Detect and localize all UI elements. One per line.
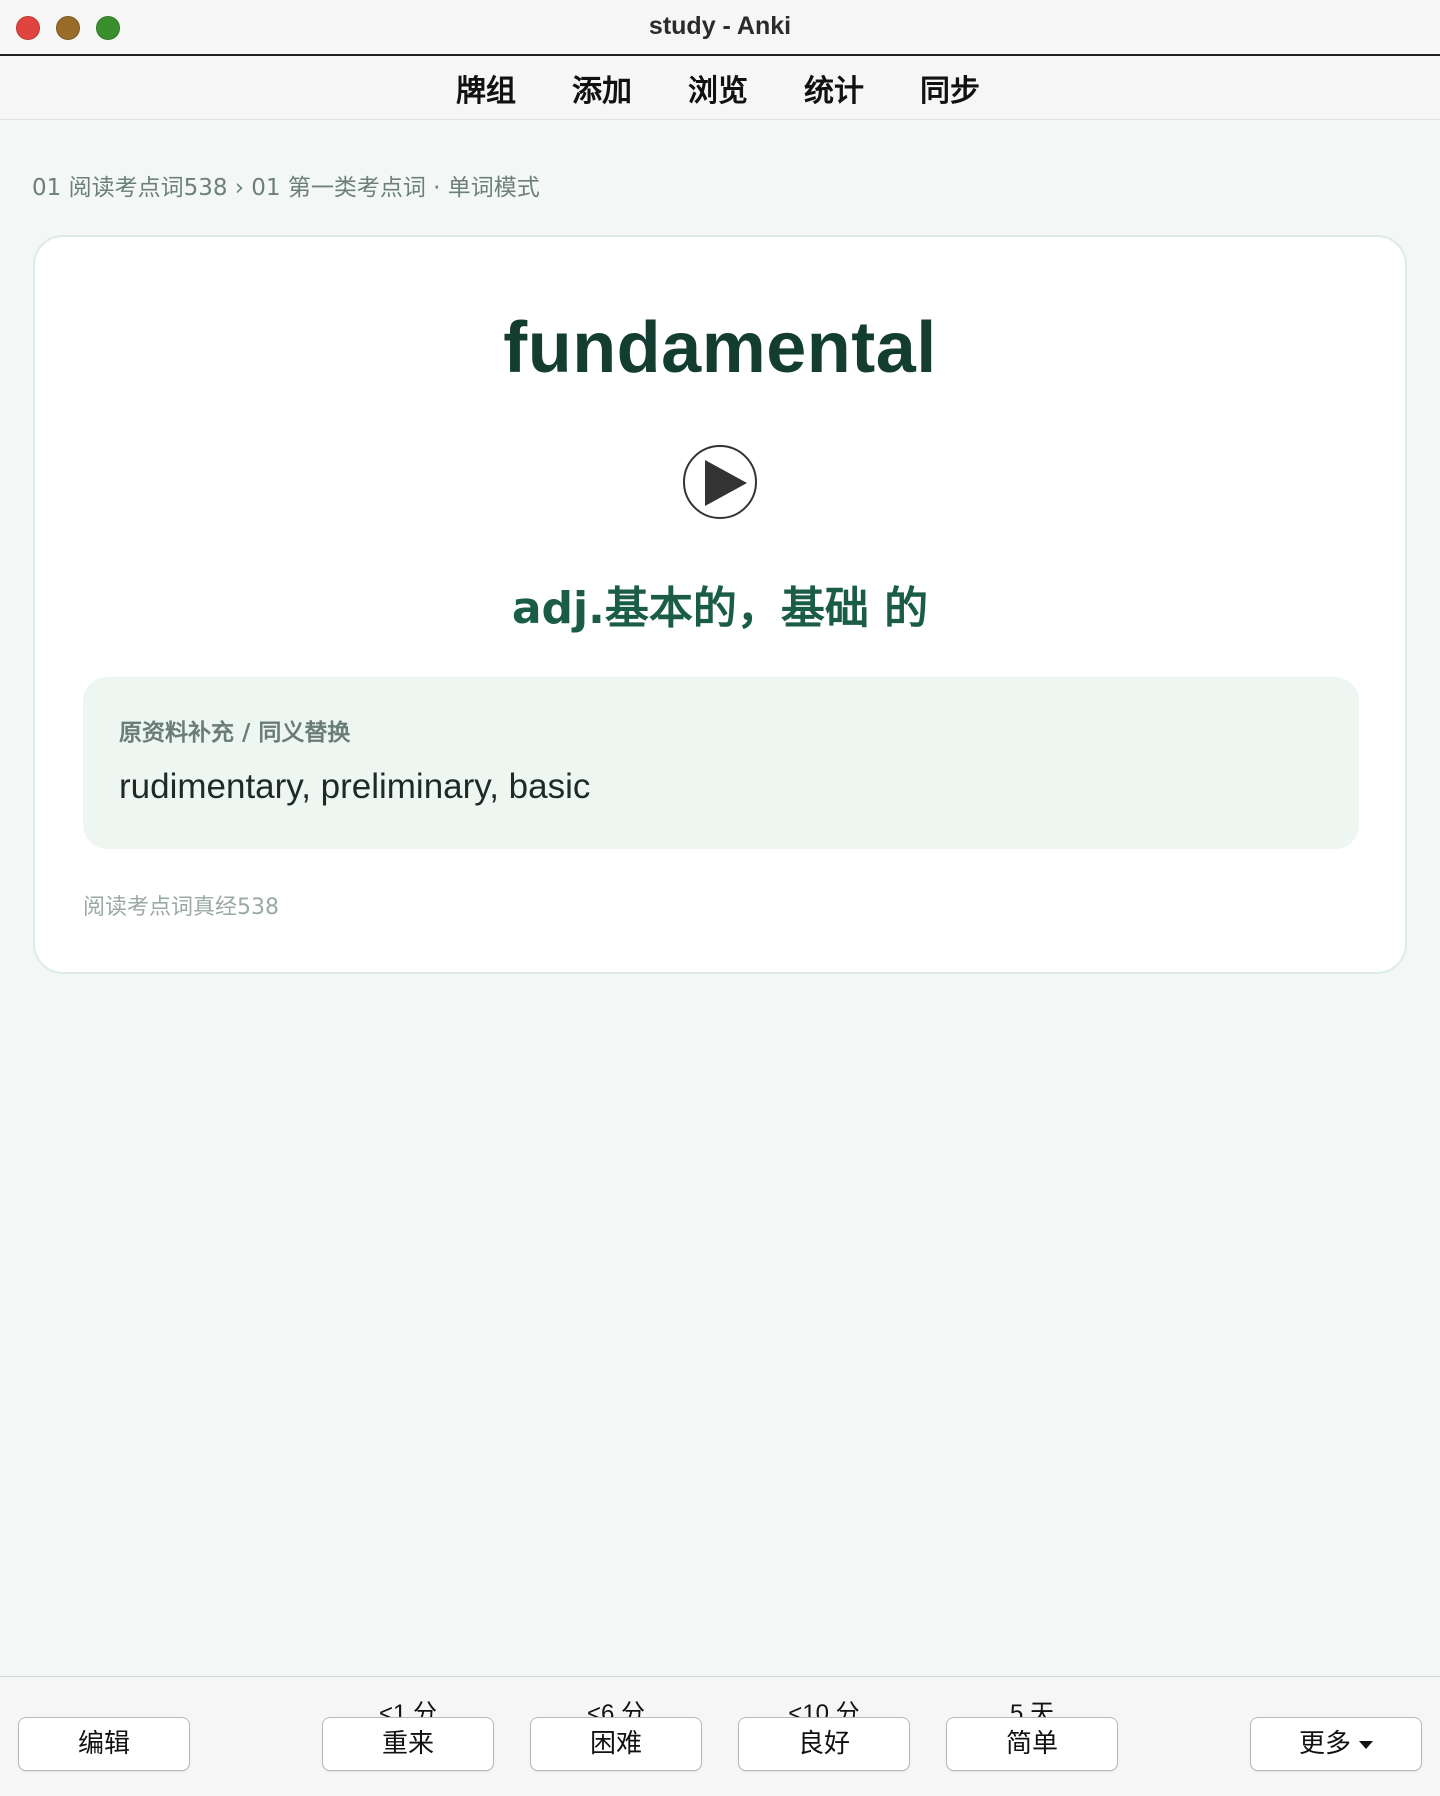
synonym-label: 原资料补充 / 同义替换 xyxy=(119,720,351,746)
toolbar-browse[interactable]: 浏览 xyxy=(668,66,768,110)
more-button[interactable]: 更多 xyxy=(1250,1717,1422,1771)
flashcard: fundamental adj.基本的，基础 的 原资料补充 / 同义替换 ru… xyxy=(33,235,1407,974)
toolbar-stats[interactable]: 统计 xyxy=(784,66,884,110)
synonym-text: rudimentary, preliminary, basic xyxy=(119,767,591,806)
easy-button[interactable]: 简单 xyxy=(946,1717,1118,1771)
good-button[interactable]: 良好 xyxy=(738,1717,910,1771)
hard-button[interactable]: 困难 xyxy=(530,1717,702,1771)
more-label: 更多 xyxy=(1298,1729,1351,1759)
answer-bar: 编辑 <1 分 重来 <6 分 困难 <10 分 良好 5 天 简单 更多 xyxy=(0,1676,1440,1796)
card-definition: adj.基本的，基础 的 xyxy=(511,583,929,634)
play-icon xyxy=(705,460,747,506)
synonym-panel: 原资料补充 / 同义替换 rudimentary, preliminary, b… xyxy=(83,677,1359,849)
play-audio-button[interactable] xyxy=(683,445,757,519)
main-toolbar: 牌组 添加 浏览 统计 同步 xyxy=(0,56,1440,120)
again-button[interactable]: 重来 xyxy=(322,1717,494,1771)
window-title: study - Anki xyxy=(648,12,792,40)
toolbar-sync[interactable]: 同步 xyxy=(900,66,1000,110)
chevron-down-icon xyxy=(1359,1740,1373,1749)
title-bar: study - Anki xyxy=(0,0,1440,56)
deck-breadcrumb: 01 阅读考点词538 › 01 第一类考点词 · 单词模式 xyxy=(32,175,540,201)
card-source: 阅读考点词真经538 xyxy=(83,895,279,920)
card-word: fundamental xyxy=(503,308,937,388)
edit-button[interactable]: 编辑 xyxy=(18,1717,190,1771)
toolbar-add[interactable]: 添加 xyxy=(552,66,652,110)
toolbar-decks[interactable]: 牌组 xyxy=(436,66,536,110)
anki-window: study - Anki 牌组 添加 浏览 统计 同步 01 阅读考点词538 … xyxy=(0,0,1440,1796)
